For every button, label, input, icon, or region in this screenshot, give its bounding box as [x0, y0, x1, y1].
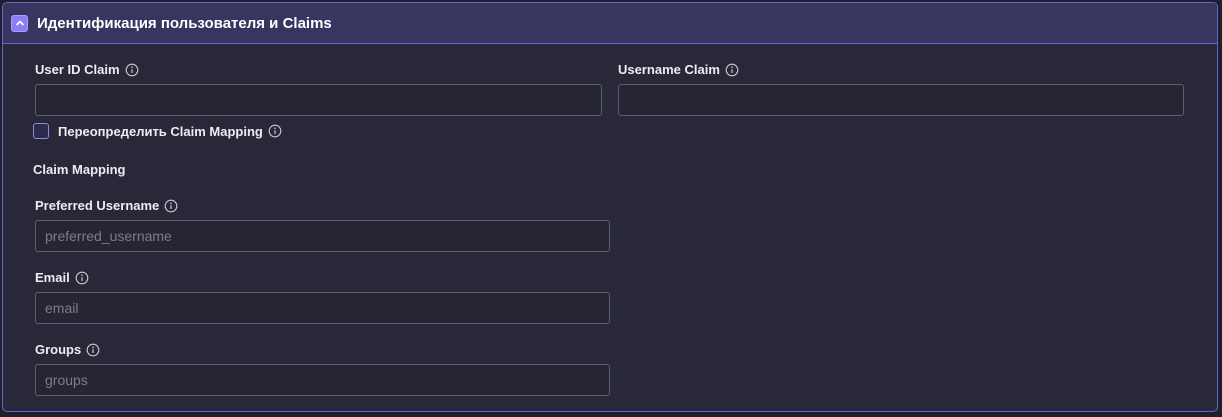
- override-mapping-row: Переопределить Claim Mapping: [33, 123, 282, 139]
- info-icon[interactable]: [125, 63, 139, 77]
- groups-input[interactable]: [35, 364, 610, 396]
- preferred-username-label-text: Preferred Username: [35, 198, 160, 213]
- preferred-username-input[interactable]: [35, 220, 610, 252]
- info-icon[interactable]: [268, 124, 282, 138]
- info-icon[interactable]: [164, 199, 178, 213]
- email-label-text: Email: [35, 270, 70, 285]
- user-id-claim-label-text: User ID Claim: [35, 62, 120, 77]
- section-title: Идентификация пользователя и Claims: [37, 14, 332, 32]
- username-claim-input[interactable]: [618, 84, 1184, 116]
- user-id-claim-input[interactable]: [35, 84, 602, 116]
- info-icon[interactable]: [86, 343, 100, 357]
- collapse-button[interactable]: [11, 14, 28, 32]
- username-claim-label-text: Username Claim: [618, 62, 720, 77]
- username-claim-label: Username Claim: [618, 62, 739, 77]
- chevron-up-icon: [15, 20, 24, 26]
- groups-label: Groups: [35, 342, 100, 357]
- section-header[interactable]: Идентификация пользователя и Claims: [3, 3, 1217, 44]
- email-input[interactable]: [35, 292, 610, 324]
- claims-section-panel: Идентификация пользователя и Claims: [2, 2, 1218, 412]
- info-icon[interactable]: [75, 271, 89, 285]
- email-label: Email: [35, 270, 89, 285]
- override-mapping-label[interactable]: Переопределить Claim Mapping: [58, 124, 263, 139]
- claim-mapping-heading: Claim Mapping: [33, 162, 126, 177]
- groups-label-text: Groups: [35, 342, 82, 357]
- override-mapping-checkbox[interactable]: [33, 123, 49, 139]
- info-icon[interactable]: [725, 63, 739, 77]
- user-id-claim-label: User ID Claim: [35, 62, 139, 77]
- preferred-username-label: Preferred Username: [35, 198, 178, 213]
